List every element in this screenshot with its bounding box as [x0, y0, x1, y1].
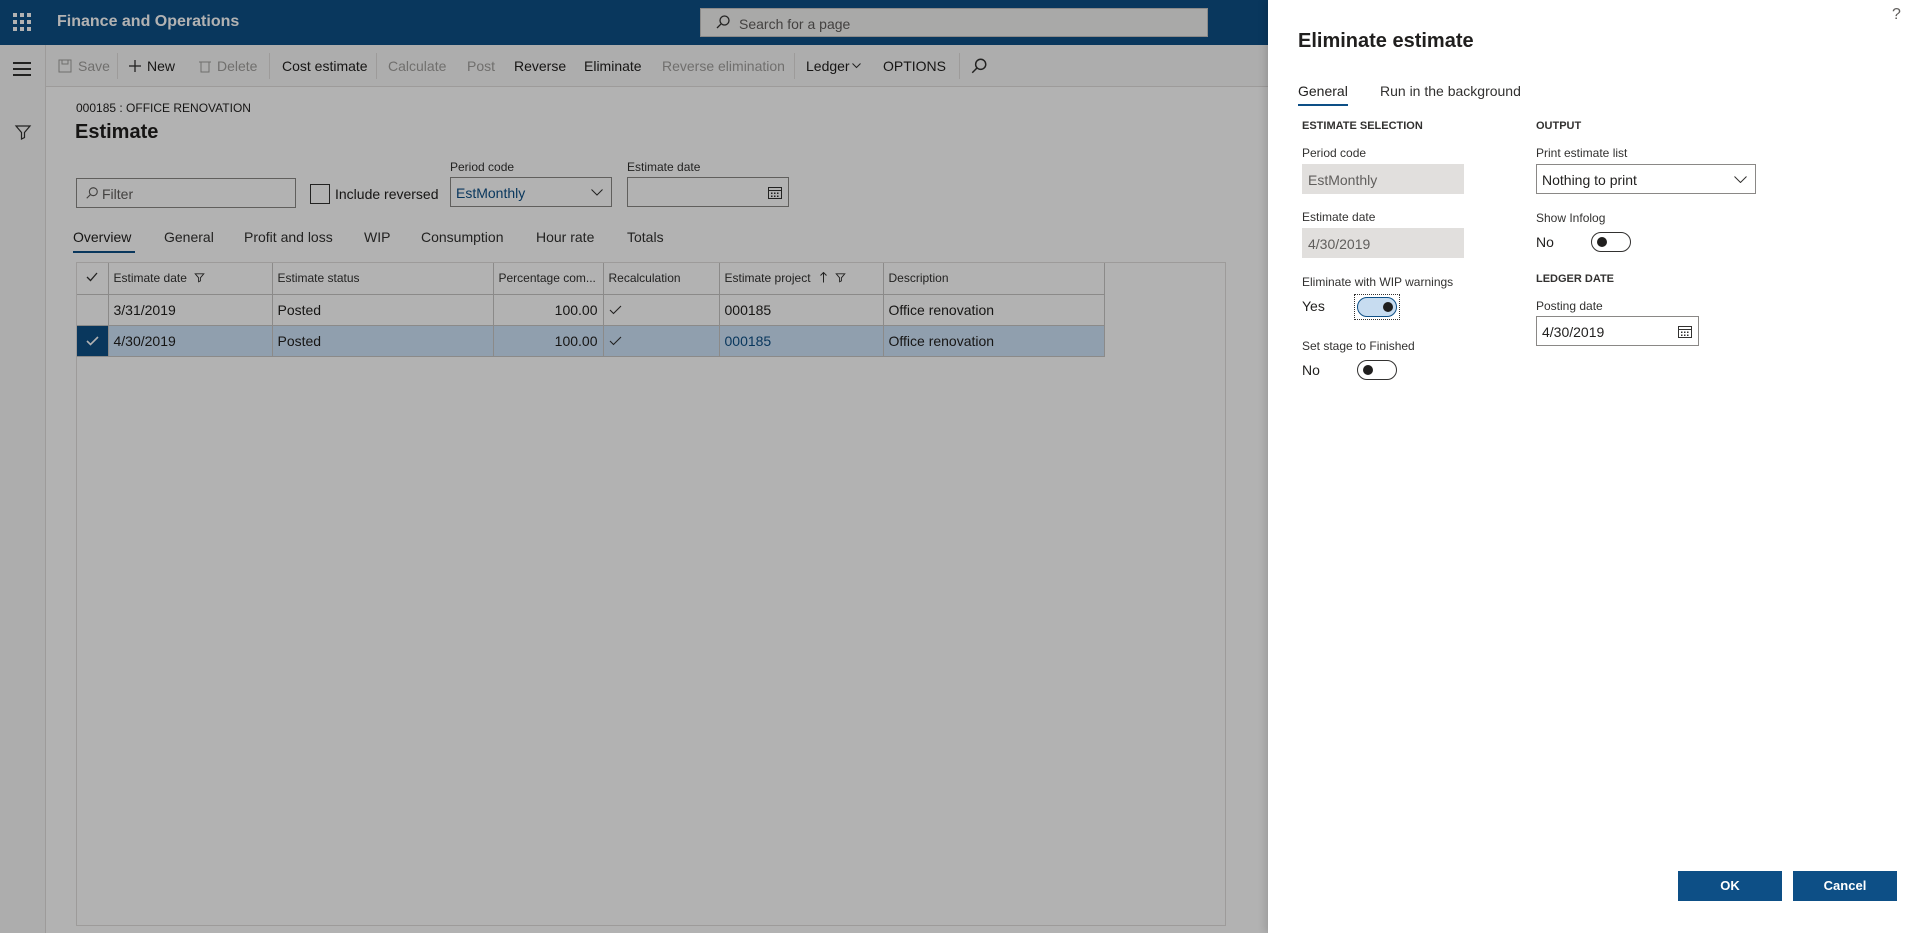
posting-date-label: Posting date — [1536, 299, 1603, 313]
stage-finished-value: No — [1302, 362, 1320, 378]
print-list-value: Nothing to print — [1542, 172, 1637, 188]
help-icon[interactable]: ? — [1892, 6, 1901, 24]
show-infolog-label: Show Infolog — [1536, 211, 1606, 225]
posting-date-input[interactable]: 4/30/2019 — [1536, 316, 1699, 346]
chevron-down-icon — [1734, 176, 1747, 183]
modal-overlay[interactable] — [0, 0, 1268, 933]
section-estimate-selection: ESTIMATE SELECTION — [1302, 120, 1423, 132]
dialog-title: Eliminate estimate — [1298, 30, 1474, 52]
estimate-date-label: Estimate date — [1302, 210, 1376, 224]
posting-date-value: 4/30/2019 — [1542, 324, 1605, 340]
calendar-icon[interactable] — [1678, 325, 1692, 338]
show-infolog-toggle[interactable] — [1591, 232, 1631, 252]
dialog-tab-general[interactable]: General — [1298, 83, 1348, 99]
wip-warnings-value: Yes — [1302, 298, 1325, 314]
wip-warnings-toggle[interactable] — [1357, 297, 1397, 317]
print-list-label: Print estimate list — [1536, 146, 1628, 160]
section-ledger-date: LEDGER DATE — [1536, 273, 1615, 285]
dialog-tab-run-in-background[interactable]: Run in the background — [1380, 83, 1521, 99]
estimate-date-value: 4/30/2019 — [1308, 236, 1371, 252]
print-list-select[interactable]: Nothing to print — [1536, 164, 1756, 194]
cancel-button[interactable]: Cancel — [1793, 871, 1897, 901]
eliminate-estimate-dialog: ? Eliminate estimate General Run in the … — [1268, 0, 1916, 933]
estimate-date-field: 4/30/2019 — [1302, 228, 1464, 258]
section-output: OUTPUT — [1536, 120, 1582, 132]
period-code-value: EstMonthly — [1308, 172, 1378, 188]
stage-finished-label: Set stage to Finished — [1302, 339, 1415, 353]
ok-button[interactable]: OK — [1678, 871, 1782, 901]
show-infolog-value: No — [1536, 234, 1554, 250]
wip-warnings-label: Eliminate with WIP warnings — [1302, 275, 1454, 289]
stage-finished-toggle[interactable] — [1357, 360, 1397, 380]
active-tab-indicator — [1298, 104, 1348, 106]
period-code-field: EstMonthly — [1302, 164, 1464, 194]
period-code-label: Period code — [1302, 146, 1367, 160]
